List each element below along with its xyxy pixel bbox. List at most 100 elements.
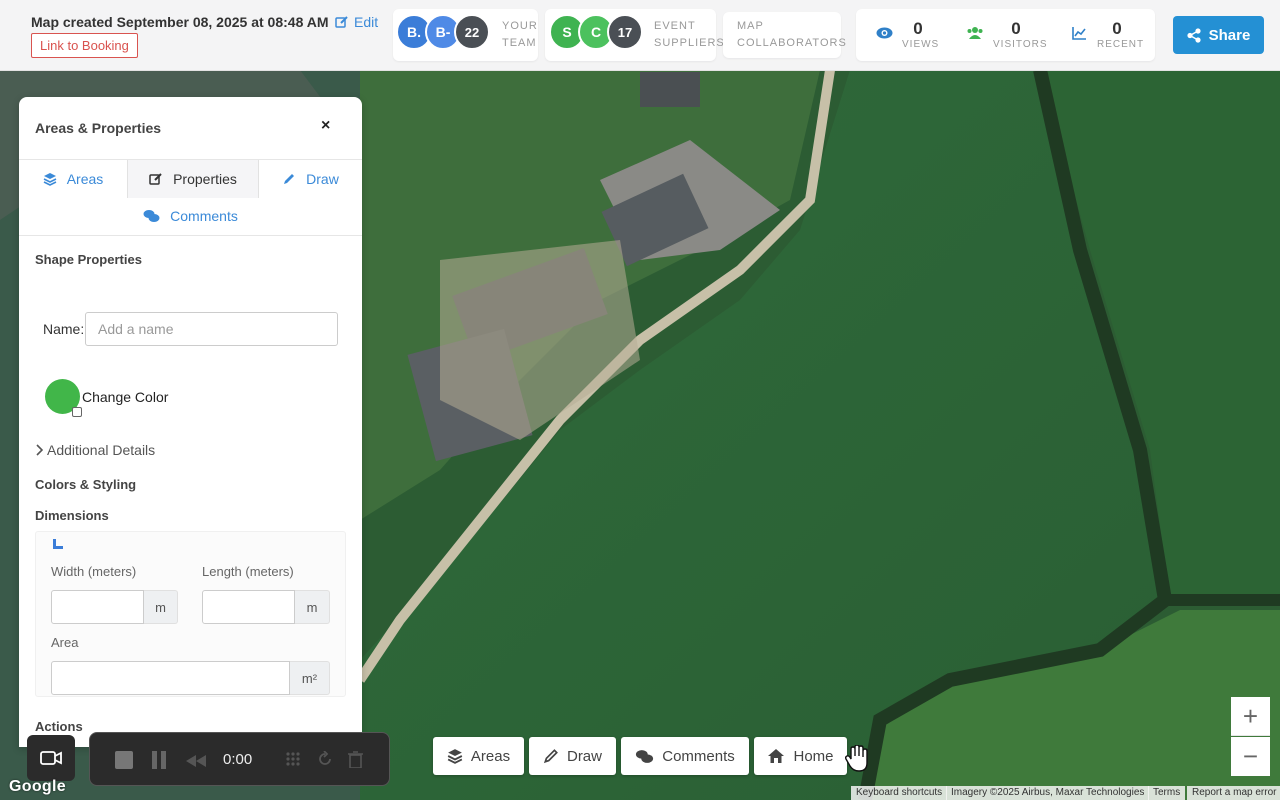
toolbar-draw-button[interactable]: Draw — [529, 737, 616, 775]
width-unit: m — [144, 590, 178, 624]
toolbar-comments-button[interactable]: Comments — [621, 737, 749, 775]
name-label: Name: — [43, 321, 85, 337]
rewind-icon[interactable] — [186, 754, 206, 772]
share-label: Share — [1208, 26, 1251, 44]
toolbar-home-button[interactable]: Home — [754, 737, 847, 775]
length-unit: m — [295, 590, 330, 624]
pencil-icon — [543, 749, 558, 764]
google-logo: Google — [9, 778, 66, 795]
ruler-icon — [53, 539, 63, 549]
recent-stat: 0 RECENT — [1072, 9, 1152, 61]
collaborators-label-line1: MAP — [737, 20, 764, 32]
colors-styling-heading[interactable]: Colors & Styling — [35, 477, 136, 492]
edit-label: Edit — [354, 14, 379, 30]
hand-cursor-icon — [845, 745, 868, 772]
chevron-right-icon — [36, 444, 43, 456]
views-stat: 0 VIEWS — [856, 9, 956, 61]
additional-details-label: Additional Details — [47, 442, 156, 458]
your-team-card[interactable]: B. B- 22 YOUR TEAM — [393, 9, 538, 61]
supplier-count-badge[interactable]: 17 — [607, 14, 643, 50]
shape-properties-heading: Shape Properties — [35, 252, 142, 267]
share-button[interactable]: Share — [1173, 16, 1264, 54]
shape-name-input[interactable] — [85, 312, 338, 346]
collaborators-label-line2: COLLABORATORS — [737, 37, 847, 49]
restart-icon[interactable] — [317, 750, 333, 772]
area-label: Area — [51, 635, 79, 650]
line-chart-icon — [1072, 27, 1086, 40]
camera-button[interactable] — [27, 735, 75, 781]
visitors-stat: 0 VISITORS — [966, 9, 1066, 61]
recording-timer: 0:00 — [223, 751, 253, 768]
areas-properties-panel: Areas & Properties × Areas Properties Dr… — [19, 97, 362, 747]
width-input[interactable] — [51, 590, 144, 624]
report-map-error-link[interactable]: Report a map error — [1187, 786, 1280, 800]
length-input[interactable] — [202, 590, 295, 624]
comments-icon — [636, 749, 654, 763]
video-camera-icon — [40, 751, 62, 765]
terms-link[interactable]: Terms — [1148, 786, 1186, 800]
tab-draw[interactable]: Draw — [259, 160, 362, 198]
recent-count: 0 — [1112, 19, 1122, 38]
edit-link[interactable]: Edit — [335, 14, 378, 30]
suppliers-label-line2: SUPPLIERS — [654, 37, 725, 49]
zoom-out-button[interactable]: − — [1231, 737, 1270, 776]
share-icon — [1187, 27, 1201, 43]
visitors-label: VISITORS — [993, 39, 1048, 50]
change-color-label[interactable]: Change Color — [82, 389, 168, 405]
toolbar-home-label: Home — [793, 747, 834, 765]
edit-icon — [149, 173, 162, 185]
map-collaborators-card[interactable]: MAP COLLABORATORS — [723, 12, 846, 58]
recent-label: RECENT — [1097, 39, 1145, 50]
suppliers-label-line1: EVENT — [654, 20, 696, 32]
divider — [19, 235, 362, 236]
views-label: VIEWS — [902, 39, 940, 50]
imagery-attribution: Imagery ©2025 Airbus, Maxar Technologies — [946, 786, 1150, 800]
area-unit: m² — [290, 661, 330, 695]
edit-icon — [335, 16, 348, 28]
additional-details-toggle[interactable]: Additional Details — [35, 442, 155, 458]
stats-card: 0 VIEWS 0 VISITORS 0 RECENT — [856, 9, 1155, 61]
width-label: Width (meters) — [51, 564, 137, 579]
pencil-icon — [284, 174, 295, 184]
recording-controls: 0:00 — [89, 732, 390, 786]
views-count: 0 — [913, 19, 923, 38]
map-created-text: Map created September 08, 2025 at 08:48 … — [31, 14, 329, 30]
panel-title: Areas & Properties — [35, 120, 162, 136]
dimensions-box: Width (meters) Length (meters) m m Area … — [35, 531, 346, 697]
comments-icon — [143, 210, 160, 222]
grid-icon[interactable] — [285, 751, 301, 772]
visitors-count: 0 — [1011, 19, 1021, 38]
layers-icon — [43, 173, 57, 186]
eye-icon — [876, 27, 893, 39]
zoom-in-button[interactable]: + — [1231, 697, 1270, 736]
event-suppliers-card[interactable]: S C 17 EVENT SUPPLIERS — [545, 9, 724, 61]
team-count-badge[interactable]: 22 — [454, 14, 490, 50]
tab-properties-label: Properties — [173, 171, 237, 187]
top-bar: Map created September 08, 2025 at 08:48 … — [0, 0, 1280, 71]
color-picker-icon — [72, 407, 82, 417]
keyboard-shortcuts-link[interactable]: Keyboard shortcuts — [851, 786, 948, 800]
pause-icon[interactable] — [152, 751, 166, 774]
tab-properties[interactable]: Properties — [127, 160, 259, 198]
team-label-line1: YOUR — [502, 20, 538, 32]
close-icon[interactable]: × — [321, 117, 330, 135]
tab-draw-label: Draw — [306, 171, 339, 187]
home-icon — [768, 749, 785, 763]
length-label: Length (meters) — [202, 564, 294, 579]
tab-areas[interactable]: Areas — [19, 160, 127, 198]
team-label-line2: TEAM — [502, 37, 537, 49]
area-input[interactable] — [51, 661, 290, 695]
tab-areas-label: Areas — [66, 171, 104, 187]
color-swatch[interactable] — [45, 379, 82, 417]
toolbar-areas-button[interactable]: Areas — [433, 737, 524, 775]
stop-icon[interactable] — [115, 751, 133, 774]
link-to-booking-button[interactable]: Link to Booking — [31, 33, 138, 58]
toolbar-comments-label: Comments — [662, 747, 735, 765]
users-icon — [967, 27, 983, 39]
tab-comments[interactable]: Comments — [19, 198, 362, 234]
layers-icon — [447, 749, 463, 764]
actions-heading: Actions — [35, 719, 83, 734]
trash-icon[interactable] — [348, 751, 363, 773]
toolbar-draw-label: Draw — [566, 747, 602, 765]
dimensions-heading: Dimensions — [35, 508, 109, 523]
